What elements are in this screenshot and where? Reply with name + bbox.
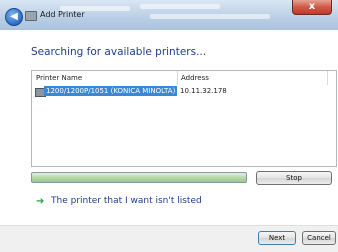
- back-arrow-icon: ◀: [10, 11, 18, 22]
- background-blur: [150, 14, 270, 19]
- cancel-button[interactable]: Cancel: [302, 231, 336, 245]
- back-button[interactable]: ◀: [5, 8, 23, 26]
- close-button[interactable]: x: [292, 0, 332, 15]
- green-arrow-icon: ➜: [36, 196, 45, 207]
- background-blur: [140, 4, 220, 9]
- page-heading: Searching for available printers...: [31, 46, 207, 58]
- close-icon: x: [308, 1, 316, 12]
- column-header-printer-name[interactable]: Printer Name: [32, 71, 177, 85]
- column-header-address[interactable]: Address: [177, 71, 327, 85]
- window-title: Add Printer: [40, 10, 85, 19]
- stop-button[interactable]: Stop: [256, 171, 332, 185]
- printer-list[interactable]: Printer Name Address 1200/1200P/1051 (KO…: [31, 70, 337, 167]
- title-bar: ◀ Add Printer x: [0, 0, 338, 30]
- printer-address: 10.11.32.178: [180, 87, 227, 95]
- next-button[interactable]: Next: [258, 231, 296, 245]
- search-progress-bar: [31, 172, 247, 183]
- printer-not-listed-link[interactable]: The printer that I want isn't listed: [51, 196, 202, 206]
- printer-name: 1200/1200P/1051 (KONICA MINOLTA): [44, 86, 178, 96]
- printer-icon: [25, 11, 37, 21]
- column-divider[interactable]: [327, 71, 328, 85]
- add-printer-window: ◀ Add Printer x Searching for available …: [0, 0, 338, 252]
